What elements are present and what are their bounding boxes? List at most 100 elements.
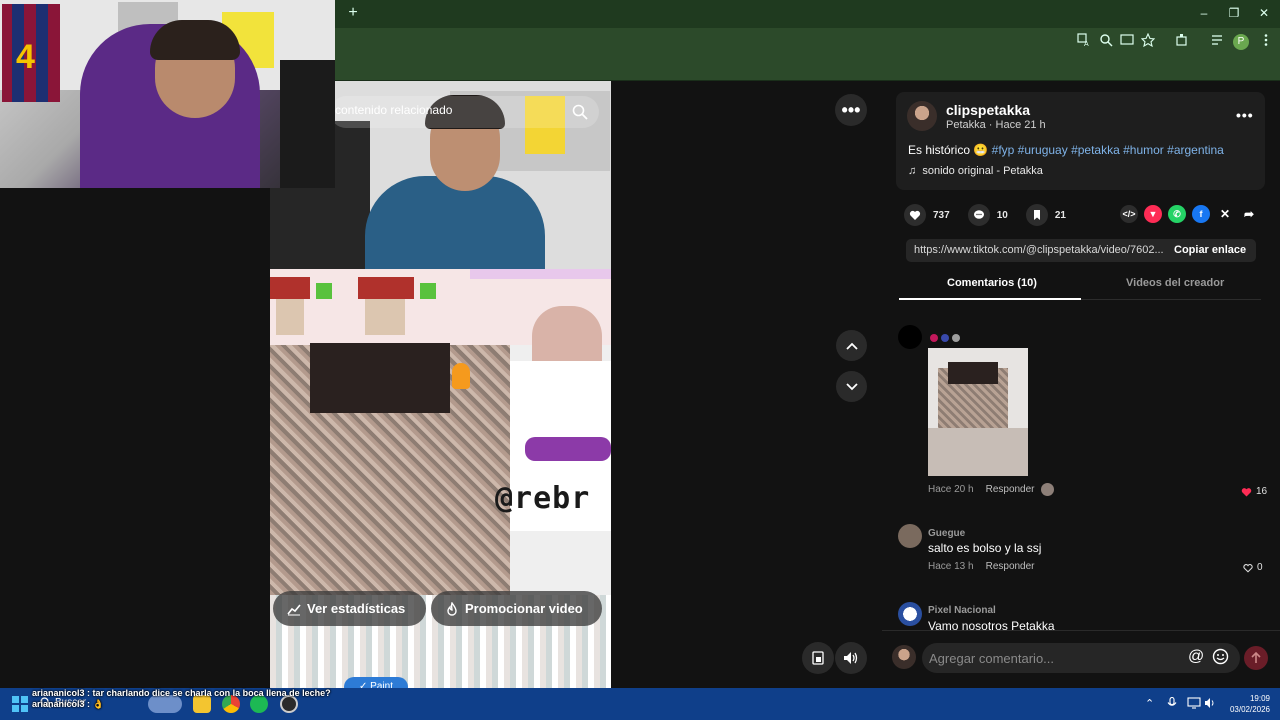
reply-button[interactable]: Responder bbox=[986, 561, 1035, 572]
x-icon[interactable]: ✕ bbox=[1216, 205, 1234, 223]
caption-text: Es histórico 😬 bbox=[908, 143, 992, 157]
like-button[interactable]: 737 bbox=[904, 204, 950, 226]
emoji-icon[interactable] bbox=[1212, 648, 1229, 670]
hashtag[interactable]: #fyp bbox=[992, 143, 1015, 157]
view-stats-label: Ver estadísticas bbox=[307, 601, 406, 616]
save-count: 21 bbox=[1054, 209, 1066, 221]
view-stats-button[interactable]: Ver estadísticas bbox=[273, 591, 426, 626]
comment-button[interactable]: 10 bbox=[967, 204, 1008, 226]
bookmark-star-icon[interactable] bbox=[1139, 32, 1157, 51]
new-tab-button[interactable]: + bbox=[344, 4, 362, 22]
comment-icon bbox=[967, 204, 990, 226]
commenter-avatar[interactable] bbox=[898, 325, 922, 349]
hashtag[interactable]: #uruguay bbox=[1018, 143, 1068, 157]
close-window-button[interactable]: ✕ bbox=[1249, 4, 1279, 22]
hashtag[interactable]: #humor bbox=[1123, 143, 1164, 157]
chat-message: ariananicol3 : tar charlando dice se cha… bbox=[32, 688, 331, 698]
pixel-cat-skirt bbox=[525, 437, 611, 461]
share-icon[interactable]: ➦ bbox=[1240, 205, 1258, 223]
heart-icon bbox=[904, 204, 926, 226]
comment-like-count: 0 bbox=[1257, 562, 1263, 573]
search-icon[interactable] bbox=[572, 104, 588, 120]
user-avatar bbox=[892, 645, 916, 669]
comment-count: 10 bbox=[996, 209, 1008, 221]
webcam-streamer-hair bbox=[150, 20, 240, 60]
creator-subline: Petakka · Hace 21 h bbox=[946, 119, 1046, 131]
heart-outline-icon bbox=[1243, 563, 1253, 573]
translate-icon[interactable]: A bbox=[1075, 33, 1093, 51]
pip-icon bbox=[812, 651, 824, 665]
reading-list-icon[interactable] bbox=[1208, 33, 1226, 51]
webcam-overlay: 4 bbox=[0, 0, 335, 188]
comment-meta: Hace 13 h Responder bbox=[928, 561, 1035, 572]
pixel-fire bbox=[452, 363, 470, 389]
commenter-avatar[interactable] bbox=[898, 602, 922, 626]
comment-text: salto es bolso y la ssj bbox=[928, 541, 1042, 555]
chevron-up-icon bbox=[845, 342, 858, 350]
share-row: </> ▼ ✆ f ✕ ➦ bbox=[1120, 205, 1258, 223]
svg-text:A: A bbox=[1084, 41, 1089, 47]
profile-icon[interactable]: P bbox=[1233, 34, 1249, 50]
promote-video-button[interactable]: Promocionar video bbox=[431, 591, 602, 626]
mention-icon[interactable]: @ bbox=[1188, 648, 1204, 666]
comment-like-count: 16 bbox=[1256, 486, 1268, 497]
screen: + – ❐ ✕ A P @rebr contenido relacionado … bbox=[0, 0, 1280, 720]
comment-like-button[interactable]: 0 bbox=[1243, 562, 1263, 573]
post-more-button[interactable]: ••• bbox=[1236, 107, 1254, 123]
cast-icon[interactable] bbox=[1118, 33, 1136, 51]
creator-username[interactable]: clipspetakka bbox=[946, 102, 1030, 118]
chat-message: ariananicol3 : 👌 bbox=[32, 699, 104, 709]
facebook-icon[interactable]: f bbox=[1192, 205, 1210, 223]
tab-creator-videos[interactable]: Videos del creador bbox=[1126, 277, 1224, 289]
webcam-barcelona-jersey: 4 bbox=[2, 4, 60, 102]
commenter-avatar[interactable] bbox=[898, 524, 922, 548]
reply-button[interactable]: Responder bbox=[986, 484, 1035, 495]
sound-link[interactable]: ♫ sonido original - Petakka bbox=[908, 165, 1043, 177]
creator-liked-avatar bbox=[1041, 483, 1054, 496]
pixel-cat-head bbox=[532, 306, 602, 366]
maximize-button[interactable]: ❐ bbox=[1219, 4, 1249, 22]
taskbar-clock[interactable]: 19:09 03/02/2026 bbox=[1222, 693, 1270, 715]
stream-chat-overlay: ariananicol3 : tar charlando dice se cha… bbox=[0, 688, 331, 710]
next-video-button[interactable] bbox=[836, 371, 867, 402]
menu-icon[interactable] bbox=[1257, 33, 1275, 51]
volume-button[interactable] bbox=[835, 642, 867, 674]
microphone-icon[interactable] bbox=[1167, 696, 1177, 712]
speaker-icon[interactable] bbox=[1204, 697, 1217, 712]
tab-comments[interactable]: Comentarios (10) bbox=[947, 277, 1037, 289]
hashtag[interactable]: #argentina bbox=[1167, 143, 1224, 157]
video-more-button[interactable]: ••• bbox=[835, 94, 867, 126]
creator-avatar[interactable] bbox=[907, 101, 937, 131]
flame-icon bbox=[447, 601, 457, 616]
embed-icon[interactable]: </> bbox=[1120, 205, 1138, 223]
hashtag[interactable]: #petakka bbox=[1071, 143, 1120, 157]
commenter-name[interactable]: Guegue bbox=[928, 528, 965, 539]
comment-sticker-image[interactable] bbox=[928, 348, 1028, 476]
heart-filled-icon bbox=[1241, 487, 1252, 497]
copy-link-button[interactable]: Copiar enlace bbox=[1174, 244, 1246, 256]
webcam-chair bbox=[280, 60, 335, 188]
sound-label: sonido original - Petakka bbox=[922, 165, 1043, 177]
network-icon[interactable] bbox=[1187, 697, 1201, 712]
commenter-name[interactable]: Pixel Nacional bbox=[928, 605, 996, 616]
chevron-down-icon bbox=[845, 382, 858, 390]
extensions-icon[interactable] bbox=[1173, 33, 1191, 51]
like-count: 737 bbox=[933, 209, 950, 221]
floating-player-button[interactable] bbox=[802, 642, 834, 674]
comment-placeholder: Agregar comentario... bbox=[929, 651, 1055, 666]
bookmark-icon bbox=[1025, 204, 1048, 226]
share-link-text[interactable]: https://www.tiktok.com/@clipspetakka/vid… bbox=[914, 244, 1164, 256]
comment-time: Hace 13 h bbox=[928, 561, 974, 572]
post-comment-button[interactable] bbox=[1244, 646, 1268, 670]
taskbar-time: 19:09 bbox=[1249, 694, 1270, 703]
page-background bbox=[0, 188, 270, 688]
comment-like-button[interactable]: 16 bbox=[1241, 486, 1267, 497]
chart-icon bbox=[287, 603, 301, 615]
previous-video-button[interactable] bbox=[836, 330, 867, 361]
whatsapp-icon[interactable]: ✆ bbox=[1168, 205, 1186, 223]
save-button[interactable]: 21 bbox=[1025, 204, 1066, 226]
minimize-button[interactable]: – bbox=[1189, 4, 1219, 22]
tray-chevron-up-icon[interactable]: ⌃ bbox=[1145, 697, 1154, 710]
send-to-friend-icon[interactable]: ▼ bbox=[1144, 205, 1162, 223]
zoom-icon[interactable] bbox=[1097, 33, 1115, 51]
